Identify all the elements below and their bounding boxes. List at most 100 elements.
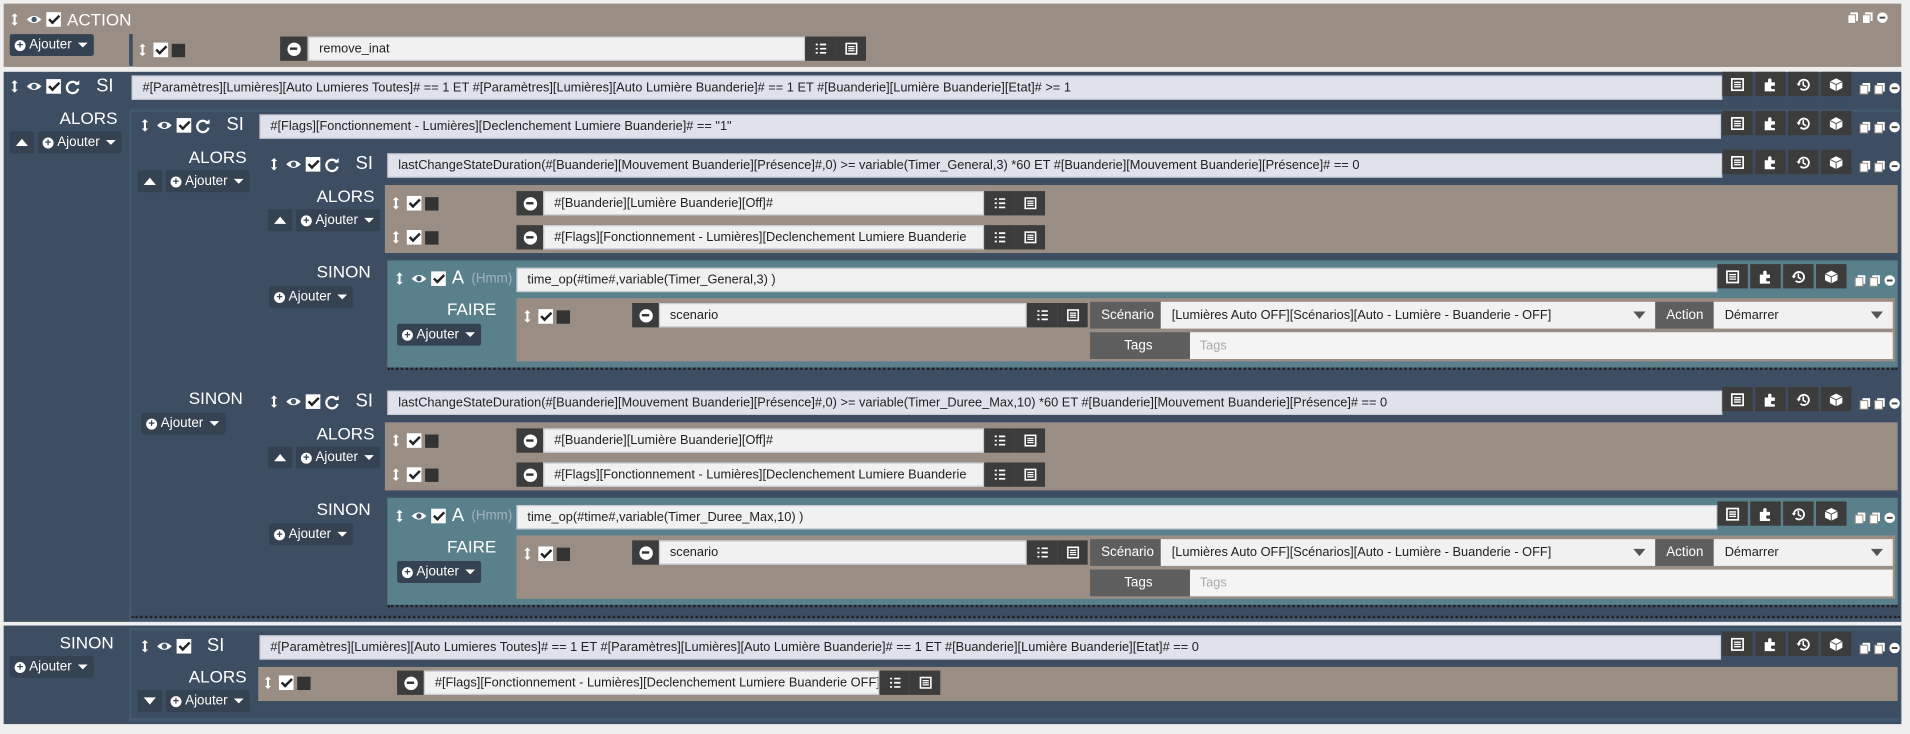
list-icon-button[interactable]	[1717, 264, 1748, 289]
action-item-field[interactable]: remove_inat	[308, 36, 806, 61]
remove-action-button[interactable]	[516, 191, 544, 216]
move-handle-icon[interactable]	[389, 230, 404, 245]
list-icon[interactable]	[1065, 308, 1080, 323]
scenario-command-2[interactable]: scenario	[658, 540, 1027, 565]
cube-icon-button[interactable]	[1820, 631, 1852, 656]
list-icon[interactable]	[1730, 391, 1746, 407]
list-icon-button[interactable]	[1722, 387, 1753, 412]
history-icon-button[interactable]	[1788, 631, 1819, 656]
cube-icon[interactable]	[1828, 636, 1844, 652]
move-handle-icon[interactable]	[389, 467, 404, 482]
tasks-icon[interactable]	[992, 467, 1007, 482]
add-alors-2[interactable]: + Ajouter	[165, 170, 250, 193]
cube-icon[interactable]	[1828, 391, 1844, 407]
check-icon[interactable]	[46, 12, 61, 27]
duplicate-icon[interactable]	[1873, 396, 1886, 410]
history-icon[interactable]	[1790, 268, 1806, 284]
remove-block-icon[interactable]	[1888, 641, 1901, 654]
duplicate-icon[interactable]	[1873, 81, 1886, 94]
list-icon[interactable]	[918, 675, 933, 690]
refresh-icon[interactable]	[195, 117, 211, 133]
copy-icon[interactable]	[1854, 273, 1867, 287]
cube-icon-button[interactable]	[1820, 71, 1852, 97]
refresh-icon[interactable]	[65, 78, 81, 94]
tasks-icon-button[interactable]	[984, 225, 1015, 250]
history-icon[interactable]	[1795, 636, 1811, 652]
history-icon-button[interactable]	[1788, 149, 1819, 175]
enable-checkbox[interactable]	[406, 230, 422, 245]
tags-input-2[interactable]: Tags	[1189, 569, 1893, 597]
tasks-icon-button[interactable]	[984, 191, 1015, 216]
list-icon-button[interactable]	[1057, 540, 1088, 565]
add-action-button[interactable]: + Ajouter	[9, 34, 94, 56]
copy-icon[interactable]	[1859, 159, 1872, 172]
list-icon[interactable]	[1730, 154, 1746, 170]
move-handle-icon[interactable]	[267, 157, 282, 172]
remove-block-icon[interactable]	[1876, 11, 1889, 24]
action-command-field[interactable]: #[Buanderie][Lumière Buanderie][Off]#	[543, 191, 985, 216]
disable-checkbox[interactable]	[171, 43, 186, 57]
action-select-1[interactable]: Démarrer	[1713, 301, 1893, 329]
history-icon-button[interactable]	[1783, 501, 1814, 526]
tags-input-1[interactable]: Tags	[1189, 332, 1893, 360]
check-icon[interactable]	[46, 79, 61, 94]
move-handle-icon[interactable]	[389, 196, 404, 211]
disable-checkbox[interactable]	[556, 309, 571, 324]
scenario-select-2[interactable]: [Lumières Auto OFF][Scénarios][Auto - Lu…	[1160, 539, 1656, 566]
add-faire-1[interactable]: + Ajouter	[397, 323, 481, 346]
cube-icon-button[interactable]	[1816, 264, 1847, 289]
action-command-field[interactable]: #[Flags][Fonctionnement - Lumières][Decl…	[423, 670, 880, 695]
move-handle-icon[interactable]	[520, 546, 535, 561]
list-icon[interactable]	[843, 41, 858, 56]
duplicate-icon[interactable]	[1868, 273, 1881, 287]
duplicate-icon[interactable]	[1873, 159, 1886, 172]
cube-icon-button[interactable]	[1820, 110, 1852, 136]
action-command-field[interactable]: #[Buanderie][Lumière Buanderie][Off]#	[543, 428, 985, 453]
duplicate-icon[interactable]	[1861, 11, 1874, 24]
list-icon-button[interactable]	[1014, 462, 1046, 487]
move-handle-icon[interactable]	[138, 639, 153, 654]
list-icon[interactable]	[1023, 467, 1038, 482]
history-icon-button[interactable]	[1788, 387, 1819, 412]
cube-icon[interactable]	[1823, 506, 1839, 522]
list-icon[interactable]	[1730, 115, 1746, 131]
remove-block-icon[interactable]	[1888, 120, 1901, 133]
list-icon-button[interactable]	[835, 36, 866, 61]
enable-checkbox[interactable]	[153, 42, 169, 58]
remove-block-icon[interactable]	[1883, 273, 1896, 286]
puzzle-icon-button[interactable]	[1755, 631, 1786, 656]
add-faire-2[interactable]: + Ajouter	[397, 561, 481, 583]
remove-action-button[interactable]	[516, 428, 544, 453]
move-handle-icon[interactable]	[389, 433, 404, 448]
list-icon[interactable]	[1730, 76, 1746, 92]
move-handle-icon[interactable]	[267, 394, 282, 409]
cube-icon[interactable]	[1823, 268, 1839, 284]
list-icon-button[interactable]	[1722, 110, 1753, 136]
a2-expression[interactable]: time_op(#time#,variable(Timer_Duree_Max,…	[516, 505, 1718, 530]
disable-checkbox[interactable]	[297, 676, 311, 690]
tasks-icon[interactable]	[992, 230, 1007, 245]
check-icon[interactable]	[176, 638, 192, 654]
duplicate-icon[interactable]	[1873, 120, 1886, 133]
tasks-icon-button[interactable]	[984, 428, 1015, 453]
list-icon-button[interactable]	[1722, 149, 1753, 175]
list-icon[interactable]	[1023, 196, 1038, 211]
check-icon[interactable]	[305, 156, 321, 172]
move-handle-icon[interactable]	[7, 79, 22, 94]
action-command-field[interactable]: #[Flags][Fonctionnement - Lumières][Decl…	[543, 225, 985, 250]
remove-action-button[interactable]	[632, 303, 659, 328]
eye-icon[interactable]	[156, 638, 173, 655]
disable-checkbox[interactable]	[425, 433, 439, 448]
add-alors-4[interactable]: + Ajouter	[295, 446, 380, 469]
copy-icon[interactable]	[1854, 511, 1867, 524]
add-alors-5[interactable]: + Ajouter	[165, 690, 250, 712]
list-icon-button[interactable]	[1057, 303, 1088, 328]
list-icon-button[interactable]	[909, 670, 941, 695]
move-handle-icon[interactable]	[135, 43, 150, 58]
history-icon-button[interactable]	[1788, 110, 1819, 136]
history-icon[interactable]	[1790, 506, 1806, 522]
collapse-up-button[interactable]	[137, 170, 162, 193]
puzzle-icon[interactable]	[1758, 506, 1774, 522]
list-icon[interactable]	[1730, 636, 1746, 652]
add-sinon-4[interactable]: + Ajouter	[269, 523, 354, 546]
